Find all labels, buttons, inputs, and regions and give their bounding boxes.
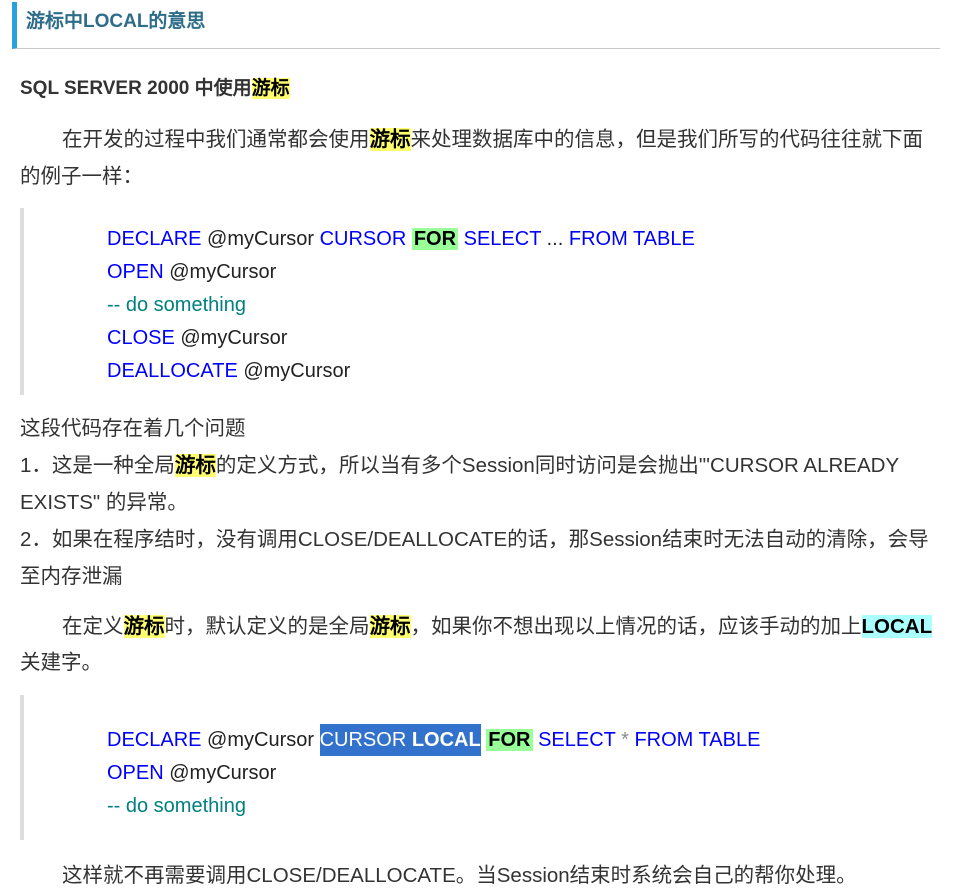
- sql-comment: -- do something: [107, 794, 246, 817]
- keyword-highlight: 游标: [369, 615, 411, 638]
- issues-list: 这段代码存在着几个问题 1．这是一种全局游标的定义方式，所以当有多个Sessio…: [20, 410, 940, 595]
- issue-item-2: 2．如果在程序结时，没有调用CLOSE/DEALLOCATE的话，那Sessio…: [20, 527, 929, 588]
- code-block-global-cursor: DECLARE @myCursor CURSOR FOR SELECT ... …: [20, 208, 940, 395]
- cursor-variable: @myCursor: [180, 326, 288, 349]
- select-all-star: *: [621, 728, 629, 751]
- section-heading-text: SQL SERVER 2000 中使用: [20, 78, 252, 99]
- code-line-comment: -- do something: [107, 289, 940, 322]
- sql-keyword-local: LOCAL: [411, 728, 481, 751]
- sql-keyword: OPEN: [107, 260, 164, 283]
- paragraph-text: ，如果你不想出现以上情况的话，应该手动的加上: [410, 615, 862, 638]
- code-line-open: OPEN @myCursor: [107, 256, 940, 289]
- code-line-deallocate: DEALLOCATE @myCursor: [107, 355, 940, 388]
- issue-item-1: 1．这是一种全局游标的定义方式，所以当有多个Session同时访问是会抛出"'C…: [20, 447, 940, 521]
- cursor-variable: @myCursor: [207, 227, 315, 250]
- intro-paragraph: 在开发的过程中我们通常都会使用游标来处理数据库中的信息，但是我们所写的代码往往就…: [20, 121, 940, 195]
- post-title-link[interactable]: 游标中LOCAL的意思: [17, 2, 940, 42]
- cursor-variable: @myCursor: [243, 359, 351, 382]
- code-line-declare: DECLARE @myCursor CURSOR FOR SELECT ... …: [107, 223, 940, 256]
- keyword-highlight: FOR: [486, 728, 533, 751]
- keyword-highlight: 游标: [251, 78, 290, 99]
- sql-keyword: CLOSE: [107, 326, 175, 349]
- sql-keyword: FROM: [634, 728, 694, 751]
- conclusion-paragraph: 这样就不再需要调用CLOSE/DEALLOCATE。当Session结束时系统会…: [62, 864, 857, 887]
- paragraph-text: 关建字。: [20, 651, 102, 674]
- sql-comment: -- do something: [107, 293, 246, 316]
- sql-keyword: DEALLOCATE: [107, 359, 238, 382]
- code-line-comment: -- do something: [107, 790, 940, 823]
- keyword-highlight: 游标: [174, 453, 216, 477]
- sql-keyword: TABLE: [632, 227, 695, 250]
- sql-keyword: FROM: [568, 227, 628, 250]
- cursor-variable: @myCursor: [169, 761, 277, 784]
- sql-keyword: CURSOR: [319, 728, 407, 751]
- keyword-highlight: 游标: [123, 615, 165, 638]
- keyword-highlight: 游标: [369, 127, 411, 151]
- sql-keyword: OPEN: [107, 761, 164, 784]
- section-heading: SQL SERVER 2000 中使用游标: [20, 74, 940, 104]
- code-line-open: OPEN @myCursor: [107, 757, 940, 790]
- sql-keyword: TABLE: [698, 728, 761, 751]
- sql-keyword: DECLARE: [107, 728, 202, 751]
- text-selection: CURSOR LOCAL: [319, 723, 481, 756]
- keyword-highlight: FOR: [411, 227, 459, 250]
- sql-keyword: SELECT: [463, 227, 542, 250]
- ellipsis: ...: [546, 227, 564, 250]
- code-block-local-cursor: DECLARE @myCursor CURSOR LOCAL FOR SELEC…: [20, 695, 940, 840]
- code-line-declare-local: DECLARE @myCursor CURSOR LOCAL FOR SELEC…: [107, 723, 940, 757]
- local-keyword-highlight: LOCAL: [861, 615, 933, 638]
- sql-keyword: SELECT: [538, 728, 616, 751]
- paragraph-text: 1．这是一种全局: [20, 453, 175, 477]
- sql-keyword: CURSOR: [319, 227, 407, 250]
- local-tip-paragraph: 在定义游标时，默认定义的是全局游标，如果你不想出现以上情况的话，应该手动的加上L…: [20, 609, 940, 681]
- paragraph-text: 在定义: [62, 615, 124, 638]
- code-line-close: CLOSE @myCursor: [107, 322, 940, 355]
- issues-intro: 这段代码存在着几个问题: [20, 416, 246, 440]
- paragraph-text: 时，默认定义的是全局: [164, 615, 370, 638]
- post-body: SQL SERVER 2000 中使用游标 在开发的过程中我们通常都会使用游标来…: [20, 49, 940, 892]
- cursor-variable: @myCursor: [169, 260, 277, 283]
- paragraph-text: 在开发的过程中我们通常都会使用: [62, 127, 370, 151]
- post-title-bar: 游标中LOCAL的意思: [12, 2, 940, 49]
- cursor-variable: @myCursor: [207, 728, 315, 751]
- sql-keyword: DECLARE: [107, 227, 202, 250]
